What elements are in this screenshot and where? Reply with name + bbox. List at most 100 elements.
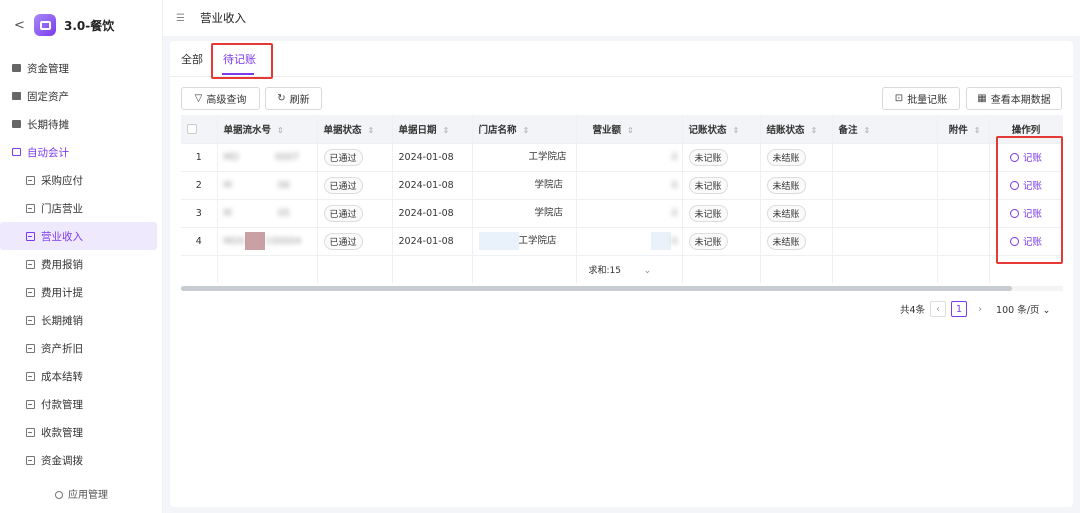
column-header[interactable]: 结账状态 ⇕ <box>760 115 833 144</box>
post-action-button[interactable]: 记账 <box>1009 237 1042 248</box>
document-icon <box>26 315 35 325</box>
filter-icon: ▽ <box>194 93 203 104</box>
total-count: 共4条 <box>900 305 926 316</box>
sidebar-item-long-term-amortization[interactable]: 长期摊销 <box>0 306 157 334</box>
store-cell: 工学院店 <box>472 143 577 172</box>
sidebar-item-label: 付款管理 <box>41 398 83 411</box>
page-number-button[interactable]: 1 <box>951 301 968 317</box>
remark-cell <box>832 199 938 228</box>
post-action-button[interactable]: 记账 <box>1009 153 1042 164</box>
tabs: 全部 待记账 <box>170 41 1073 79</box>
refresh-button[interactable]: ↻ 刷新 <box>265 87 322 110</box>
column-header[interactable]: 备注 ⇕ <box>832 115 938 144</box>
horizontal-scrollbar[interactable] <box>181 286 1063 291</box>
advanced-search-button[interactable]: ▽ 高级查询 <box>181 87 260 110</box>
sidebar-item-expense-accrual[interactable]: 费用计提 <box>0 278 157 306</box>
prev-page-icon[interactable]: ‹ <box>930 301 947 317</box>
post-status-cell: 未记账 <box>682 227 761 256</box>
redaction-mask <box>478 204 535 222</box>
post-action-label: 记账 <box>1022 237 1042 248</box>
post-action-label: 记账 <box>1022 209 1042 220</box>
sort-icon[interactable]: ⇕ <box>974 126 981 135</box>
sidebar-item-fund-transfer[interactable]: 资金调拨 <box>0 446 157 474</box>
amount-cell: 0 <box>576 199 683 228</box>
column-header[interactable]: 单据流水号 ⇕ <box>217 115 318 144</box>
sort-icon[interactable]: ⇕ <box>443 126 450 135</box>
status-badge: 已通过 <box>323 148 363 166</box>
select-all-checkbox[interactable] <box>187 123 197 134</box>
sidebar-item-payment-management[interactable]: 付款管理 <box>0 390 157 418</box>
data-table: 单据流水号 ⇕ 单据状态 ⇕ 单据日期 ⇕ 门店名称 ⇕ 营业额 ⇕ 记账状态 ⇕ 结账状态… <box>181 115 1063 290</box>
sort-icon[interactable]: ⇕ <box>627 126 634 135</box>
document-icon <box>26 399 35 409</box>
next-page-icon[interactable]: › <box>972 301 988 317</box>
sidebar-group-label: 自动会计 <box>27 146 69 159</box>
summary-blank <box>989 255 1063 283</box>
sidebar-item-operating-revenue[interactable]: 营业收入 <box>0 222 157 250</box>
serial-suffix: 0007 <box>275 151 300 163</box>
sum-selector[interactable]: 求和:15 ⌄ <box>576 255 683 283</box>
post-action-label: 记账 <box>1022 181 1042 192</box>
row-number: 1 <box>181 143 218 172</box>
sort-icon[interactable]: ⇕ <box>811 126 818 135</box>
scrollbar-thumb[interactable] <box>181 286 1012 291</box>
batch-post-button[interactable]: ⊡ 批量记账 <box>882 87 960 110</box>
sidebar-group-funds[interactable]: 资金管理 <box>0 54 163 82</box>
view-period-data-button[interactable]: ▦ 查看本期数据 <box>966 87 1062 110</box>
sidebar-item-label: 费用计提 <box>41 286 83 299</box>
sort-icon[interactable]: ⇕ <box>733 126 740 135</box>
status-cell: 已通过 <box>317 199 393 228</box>
post-action-button[interactable]: 记账 <box>1009 181 1042 192</box>
sidebar-item-receipt-management[interactable]: 收款管理 <box>0 418 157 446</box>
amount-value: 0 <box>671 235 678 247</box>
sidebar-item-asset-depreciation[interactable]: 资产折旧 <box>0 334 157 362</box>
table-header-row: 单据流水号 ⇕ 单据状态 ⇕ 单据日期 ⇕ 门店名称 ⇕ 营业额 ⇕ 记账状态 ⇕ 结账状态… <box>181 115 1063 144</box>
action-cell: 记账 <box>989 227 1063 256</box>
sidebar-item-store-operations[interactable]: 门店营业 <box>0 194 157 222</box>
sum-label: 求和:15 <box>588 265 622 276</box>
tab-all[interactable]: 全部 <box>181 51 203 67</box>
redaction-mask <box>478 232 519 250</box>
page-size-select[interactable]: 100 条/页 ⌄ <box>996 302 1050 316</box>
tab-pending-posting[interactable]: 待记账 <box>223 51 256 67</box>
select-all-cell[interactable] <box>181 115 218 144</box>
sidebar-item-label: 收款管理 <box>41 426 83 439</box>
column-header[interactable]: 单据状态 ⇕ <box>317 115 393 144</box>
sidebar-group-fixed-assets[interactable]: 固定资产 <box>0 82 163 110</box>
back-icon[interactable]: < <box>14 18 30 33</box>
post-status-badge: 未记账 <box>688 232 728 250</box>
store-name: 工学院店 <box>518 235 557 247</box>
column-header[interactable]: 营业额 ⇕ <box>576 115 683 144</box>
app-management-link[interactable]: 应用管理 <box>0 486 163 501</box>
batch-post-label: 批量记账 <box>907 95 948 106</box>
remark-cell <box>832 171 938 200</box>
sidebar-item-cost-carryover[interactable]: 成本结转 <box>0 362 157 390</box>
column-header[interactable]: 单据日期 ⇕ <box>392 115 473 144</box>
folder-open-icon <box>12 148 21 156</box>
store-cell: 工学院店 <box>472 227 577 256</box>
column-header[interactable]: 附件 ⇕ <box>937 115 990 144</box>
sidebar: < 3.0-餐饮 资金管理 固定资产 长期待摊 自动会计 采购应付 门店营业 营… <box>0 0 163 513</box>
sort-icon[interactable]: ⇕ <box>864 126 871 135</box>
amount-value: 0 <box>671 151 678 163</box>
menu-collapse-icon[interactable]: ☰ <box>176 13 186 24</box>
sort-icon[interactable]: ⇕ <box>523 126 530 135</box>
close-status-badge: 未结账 <box>766 204 806 222</box>
sidebar-group-auto-accounting[interactable]: 自动会计 <box>0 138 163 166</box>
post-action-button[interactable]: 记账 <box>1009 209 1042 220</box>
column-header[interactable]: 门店名称 ⇕ <box>472 115 577 144</box>
column-header[interactable]: 记账状态 ⇕ <box>682 115 761 144</box>
sort-icon[interactable]: ⇕ <box>368 126 375 135</box>
date-cell: 2024-01-08 <box>392 171 473 200</box>
sidebar-group-long-term[interactable]: 长期待摊 <box>0 110 163 138</box>
sort-icon[interactable]: ⇕ <box>277 126 284 135</box>
sidebar-item-expense-claims[interactable]: 费用报销 <box>0 250 157 278</box>
sidebar-item-purchase-payable[interactable]: 采购应付 <box>0 166 157 194</box>
pagination: 共4条 ‹ 1 › 100 条/页 ⌄ <box>900 300 1050 318</box>
close-status-cell: 未结账 <box>760 199 833 228</box>
attachment-cell <box>937 143 990 172</box>
status-cell: 已通过 <box>317 171 393 200</box>
serial-prefix: M <box>223 179 232 191</box>
document-icon <box>26 259 35 269</box>
amount-cell: 0 <box>576 143 683 172</box>
